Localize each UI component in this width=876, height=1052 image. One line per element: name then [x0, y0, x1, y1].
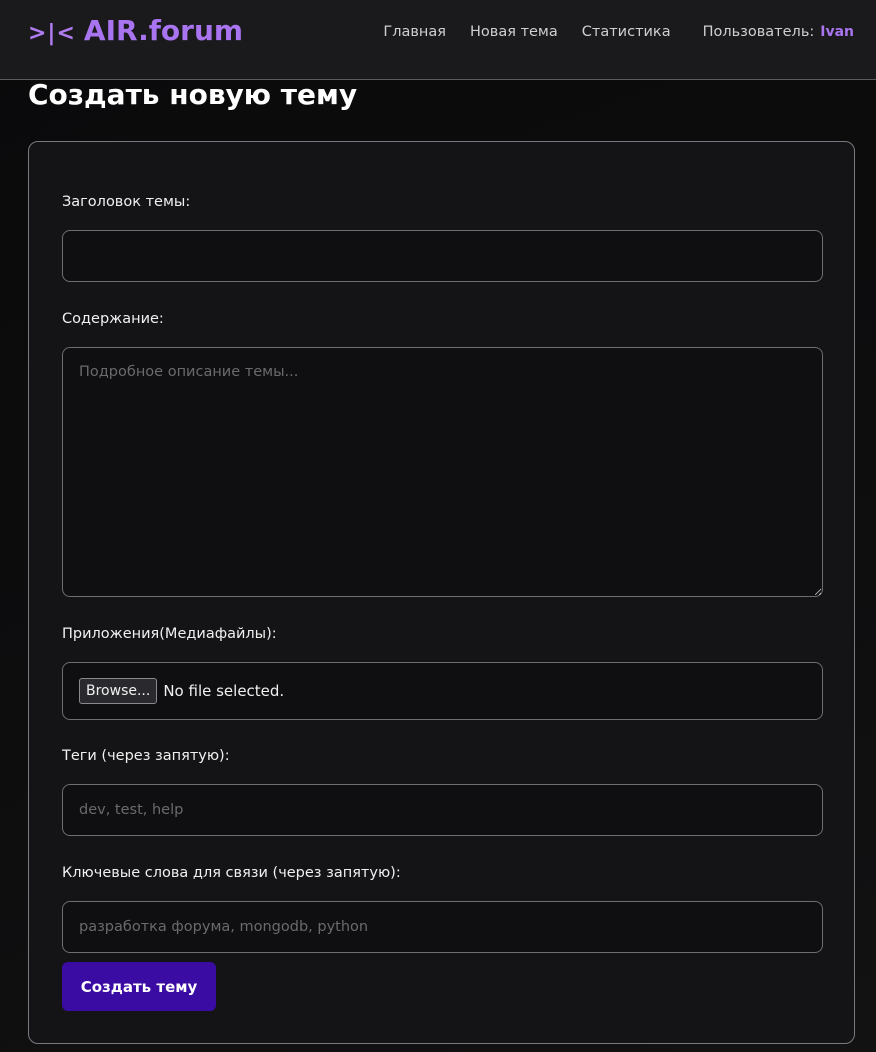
keywords-field-label: Ключевые слова для связи (через запятую)…	[62, 865, 401, 881]
tags-input[interactable]	[62, 784, 823, 836]
browse-button[interactable]: Browse...	[79, 678, 158, 704]
content-textarea[interactable]	[62, 347, 823, 597]
logo-text: AIR.forum	[83, 14, 244, 47]
file-status-text: No file selected.	[163, 682, 285, 700]
tags-field-label: Теги (через запятую):	[62, 748, 230, 764]
attachments-field-label: Приложения(Медиафайлы):	[62, 626, 277, 642]
page-title: Создать новую тему	[28, 78, 358, 111]
top-header: >|< AIR.forum Главная Новая тема Статист…	[0, 0, 876, 80]
user-label: Пользователь:	[702, 24, 815, 40]
keywords-input[interactable]	[62, 901, 823, 953]
content-field-label: Содержание:	[62, 311, 164, 327]
nav-link-home[interactable]: Главная	[383, 24, 446, 40]
main-nav: Главная Новая тема Статистика Пользовате…	[383, 24, 854, 40]
nav-link-new-topic[interactable]: Новая тема	[470, 24, 558, 40]
title-field-label: Заголовок темы:	[62, 194, 191, 210]
nav-link-stats[interactable]: Статистика	[582, 24, 671, 40]
create-topic-button[interactable]: Создать тему	[62, 962, 216, 1011]
logo-mark-icon: >|<	[28, 21, 76, 46]
title-input[interactable]	[62, 230, 823, 282]
new-topic-form: Заголовок темы: Содержание: Приложения(М…	[28, 141, 855, 1044]
user-name-link[interactable]: Ivan	[820, 24, 854, 40]
site-logo[interactable]: >|< AIR.forum	[28, 14, 243, 47]
file-input: Browse... No file selected.	[62, 662, 823, 720]
